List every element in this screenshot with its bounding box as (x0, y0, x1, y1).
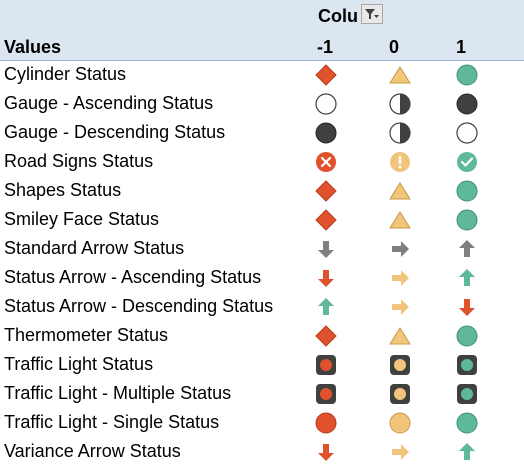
row-label[interactable]: Traffic Light - Multiple Status (4, 383, 231, 404)
table-row[interactable]: Thermometer Status (0, 321, 524, 350)
row-label[interactable]: Smiley Face Status (4, 209, 159, 230)
row-header-bar: Values -1 0 1 (0, 31, 524, 61)
table-row[interactable]: Status Arrow - Descending Status (0, 292, 524, 321)
green-arrow-up-icon (456, 267, 478, 289)
traffic-light-green-icon (456, 354, 478, 376)
table-row[interactable]: Gauge - Descending Status (0, 118, 524, 147)
red-diamond-icon (315, 209, 337, 231)
table-row[interactable]: Standard Arrow Status (0, 234, 524, 263)
row-label[interactable]: Status Arrow - Ascending Status (4, 267, 261, 288)
half-circle-icon (389, 122, 411, 144)
yellow-triangle-icon (389, 64, 411, 86)
red-diamond-icon (315, 325, 337, 347)
half-circle-icon (389, 93, 411, 115)
pivot-table: Columns Values -1 0 1 Cylinder Status Gau… (0, 0, 524, 464)
yellow-triangle-icon (389, 209, 411, 231)
yellow-arrow-right-icon (389, 267, 411, 289)
row-label[interactable]: Traffic Light Status (4, 354, 153, 375)
green-circle-icon (456, 325, 478, 347)
empty-circle-icon (456, 122, 478, 144)
row-label[interactable]: Thermometer Status (4, 325, 168, 346)
traffic-light-yellow-icon (389, 354, 411, 376)
table-row[interactable]: Variance Arrow Status (0, 437, 524, 466)
column-labels-caption: Columns (318, 6, 358, 26)
traffic-light-red-icon (315, 383, 337, 405)
table-row[interactable]: Status Arrow - Ascending Status (0, 263, 524, 292)
values-label: Values (4, 37, 62, 57)
column-header-neg1[interactable]: -1 (317, 37, 333, 58)
red-arrow-down-icon (315, 267, 337, 289)
row-label[interactable]: Standard Arrow Status (4, 238, 184, 259)
yellow-circle-icon (389, 412, 411, 434)
column-header-0[interactable]: 0 (389, 37, 399, 58)
table-row[interactable]: Smiley Face Status (0, 205, 524, 234)
table-row[interactable]: Traffic Light Status (0, 350, 524, 379)
table-row[interactable]: Traffic Light - Multiple Status (0, 379, 524, 408)
row-label[interactable]: Variance Arrow Status (4, 441, 181, 462)
column-header-bar: Columns (0, 0, 524, 31)
filter-icon (365, 9, 379, 19)
gray-arrow-right-icon (389, 238, 411, 260)
full-circle-icon (315, 122, 337, 144)
table-row[interactable]: Gauge - Ascending Status (0, 89, 524, 118)
green-circle-icon (456, 64, 478, 86)
traffic-light-red-icon (315, 354, 337, 376)
row-label[interactable]: Cylinder Status (4, 64, 126, 85)
green-circle-icon (456, 180, 478, 202)
red-x-circle-icon (315, 151, 337, 173)
green-arrow-up-icon (315, 296, 337, 318)
red-circle-icon (315, 412, 337, 434)
green-circle-icon (456, 209, 478, 231)
yellow-exclamation-circle-icon (389, 151, 411, 173)
table-row[interactable]: Traffic Light - Single Status (0, 408, 524, 437)
traffic-light-green-icon (456, 383, 478, 405)
empty-circle-icon (315, 93, 337, 115)
table-row[interactable]: Road Signs Status (0, 147, 524, 176)
red-diamond-icon (315, 180, 337, 202)
green-circle-icon (456, 412, 478, 434)
row-label[interactable]: Road Signs Status (4, 151, 153, 172)
row-label[interactable]: Traffic Light - Single Status (4, 412, 219, 433)
table-row[interactable]: Cylinder Status (0, 60, 524, 89)
row-label[interactable]: Status Arrow - Descending Status (4, 296, 273, 317)
yellow-arrow-right-icon (389, 296, 411, 318)
yellow-arrow-right-icon (389, 441, 411, 463)
yellow-triangle-icon (389, 325, 411, 347)
row-label[interactable]: Gauge - Descending Status (4, 122, 225, 143)
red-diamond-icon (315, 64, 337, 86)
red-arrow-down-icon (315, 441, 337, 463)
red-arrow-down-icon (456, 296, 478, 318)
green-check-circle-icon (456, 151, 478, 173)
green-arrow-up-icon (456, 441, 478, 463)
row-label[interactable]: Shapes Status (4, 180, 121, 201)
column-header-1[interactable]: 1 (456, 37, 466, 58)
gray-arrow-down-icon (315, 238, 337, 260)
table-row[interactable]: Shapes Status (0, 176, 524, 205)
traffic-light-yellow-icon (389, 383, 411, 405)
full-circle-icon (456, 93, 478, 115)
gray-arrow-up-icon (456, 238, 478, 260)
yellow-triangle-icon (389, 180, 411, 202)
row-label[interactable]: Gauge - Ascending Status (4, 93, 213, 114)
column-filter-button[interactable] (361, 4, 383, 24)
